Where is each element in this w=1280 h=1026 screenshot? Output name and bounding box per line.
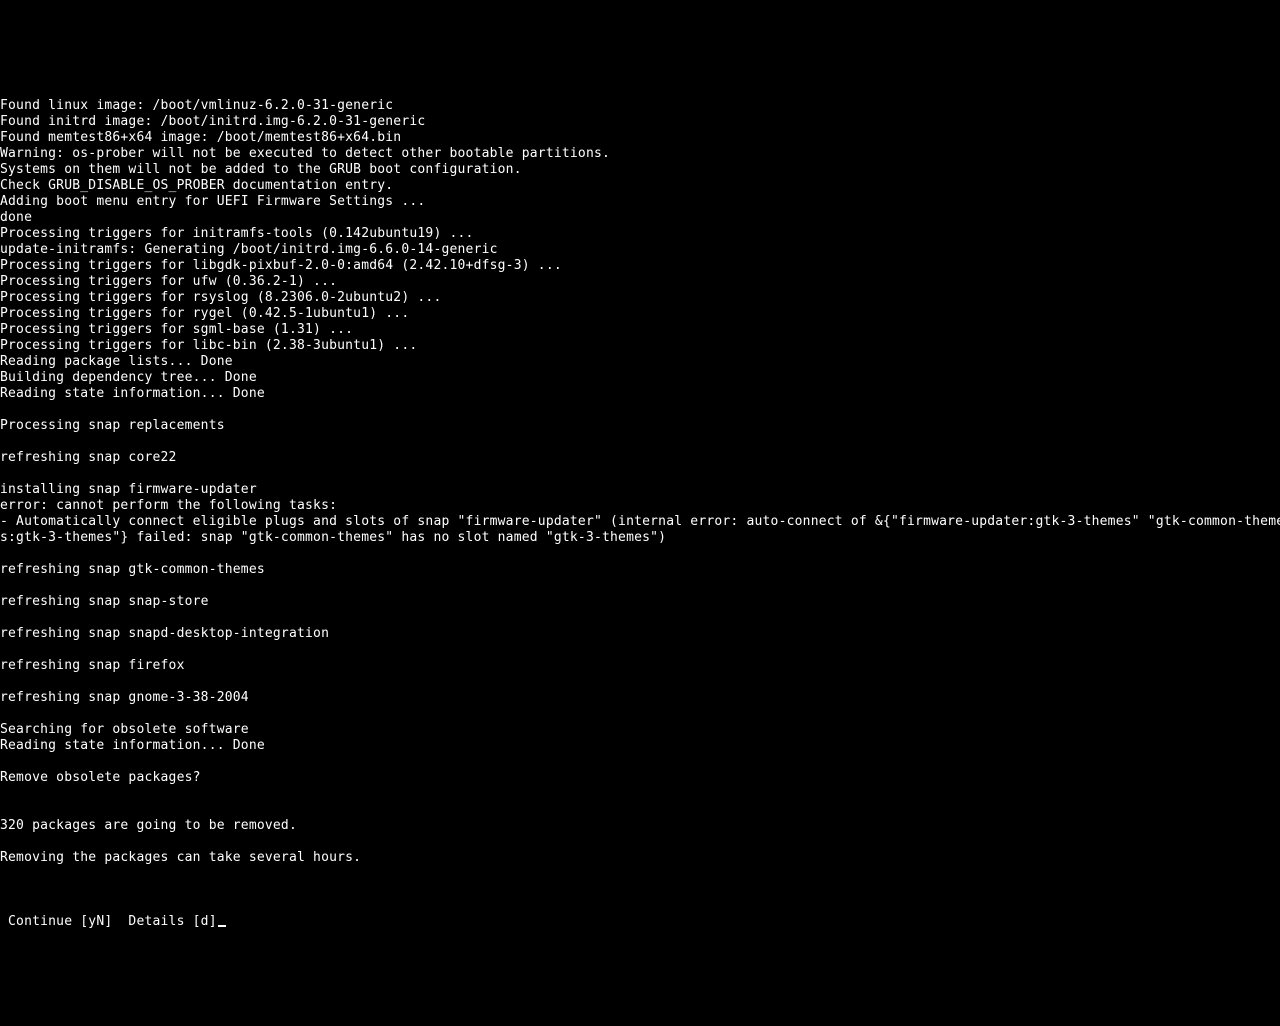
terminal-line (0, 546, 1280, 562)
terminal-line (0, 610, 1280, 626)
terminal-line: - Automatically connect eligible plugs a… (0, 514, 1280, 530)
terminal-line: Adding boot menu entry for UEFI Firmware… (0, 194, 1280, 210)
terminal-line: refreshing snap snapd-desktop-integratio… (0, 626, 1280, 642)
terminal-line: Found memtest86+x64 image: /boot/memtest… (0, 130, 1280, 146)
terminal-line: 320 packages are going to be removed. (0, 818, 1280, 834)
prompt-text: Continue [yN] Details [d] (0, 914, 217, 929)
terminal-line: s:gtk-3-themes"} failed: snap "gtk-commo… (0, 530, 1280, 546)
terminal-line: refreshing snap gnome-3-38-2004 (0, 690, 1280, 706)
terminal-line: Processing triggers for sgml-base (1.31)… (0, 322, 1280, 338)
terminal-line (0, 578, 1280, 594)
terminal-line: Processing triggers for initramfs-tools … (0, 226, 1280, 242)
terminal-line: done (0, 210, 1280, 226)
terminal-line (0, 706, 1280, 722)
terminal-line: Reading state information... Done (0, 386, 1280, 402)
terminal-line (0, 434, 1280, 450)
terminal-line (0, 674, 1280, 690)
terminal-output[interactable]: Found linux image: /boot/vmlinuz-6.2.0-3… (0, 64, 1280, 946)
terminal-line (0, 642, 1280, 658)
terminal-line: Check GRUB_DISABLE_OS_PROBER documentati… (0, 178, 1280, 194)
terminal-line: refreshing snap firefox (0, 658, 1280, 674)
terminal-line: refreshing snap snap-store (0, 594, 1280, 610)
terminal-line: Processing triggers for libc-bin (2.38-3… (0, 338, 1280, 354)
terminal-line: refreshing snap core22 (0, 450, 1280, 466)
prompt-line[interactable]: Continue [yN] Details [d] (0, 914, 1280, 930)
terminal-line: Found linux image: /boot/vmlinuz-6.2.0-3… (0, 98, 1280, 114)
terminal-line (0, 834, 1280, 850)
terminal-line: Found initrd image: /boot/initrd.img-6.2… (0, 114, 1280, 130)
terminal-line: Warning: os-prober will not be executed … (0, 146, 1280, 162)
terminal-line: Processing triggers for libgdk-pixbuf-2.… (0, 258, 1280, 274)
terminal-line (0, 802, 1280, 818)
terminal-line: Reading package lists... Done (0, 354, 1280, 370)
terminal-line: Processing triggers for rsyslog (8.2306.… (0, 290, 1280, 306)
terminal-line: Searching for obsolete software (0, 722, 1280, 738)
terminal-line: update-initramfs: Generating /boot/initr… (0, 242, 1280, 258)
terminal-line (0, 402, 1280, 418)
terminal-line: Processing snap replacements (0, 418, 1280, 434)
terminal-line: Remove obsolete packages? (0, 770, 1280, 786)
terminal-line: error: cannot perform the following task… (0, 498, 1280, 514)
cursor-icon (218, 925, 226, 927)
terminal-line (0, 754, 1280, 770)
terminal-line: Removing the packages can take several h… (0, 850, 1280, 866)
terminal-line: Reading state information... Done (0, 738, 1280, 754)
terminal-line: Processing triggers for ufw (0.36.2-1) .… (0, 274, 1280, 290)
terminal-line: installing snap firmware-updater (0, 482, 1280, 498)
terminal-line: Processing triggers for rygel (0.42.5-1u… (0, 306, 1280, 322)
terminal-line (0, 466, 1280, 482)
terminal-line: Building dependency tree... Done (0, 370, 1280, 386)
terminal-line: Systems on them will not be added to the… (0, 162, 1280, 178)
terminal-line (0, 866, 1280, 882)
terminal-line: refreshing snap gtk-common-themes (0, 562, 1280, 578)
